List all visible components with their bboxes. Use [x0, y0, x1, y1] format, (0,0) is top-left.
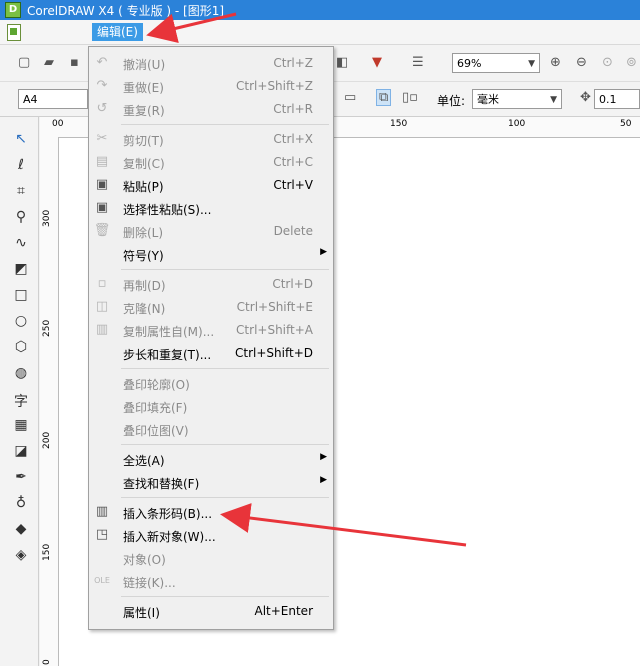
arrow-to-edit-menu [146, 12, 237, 44]
annotation-arrows [146, 12, 467, 547]
arrow-to-insert-barcode [220, 503, 467, 547]
